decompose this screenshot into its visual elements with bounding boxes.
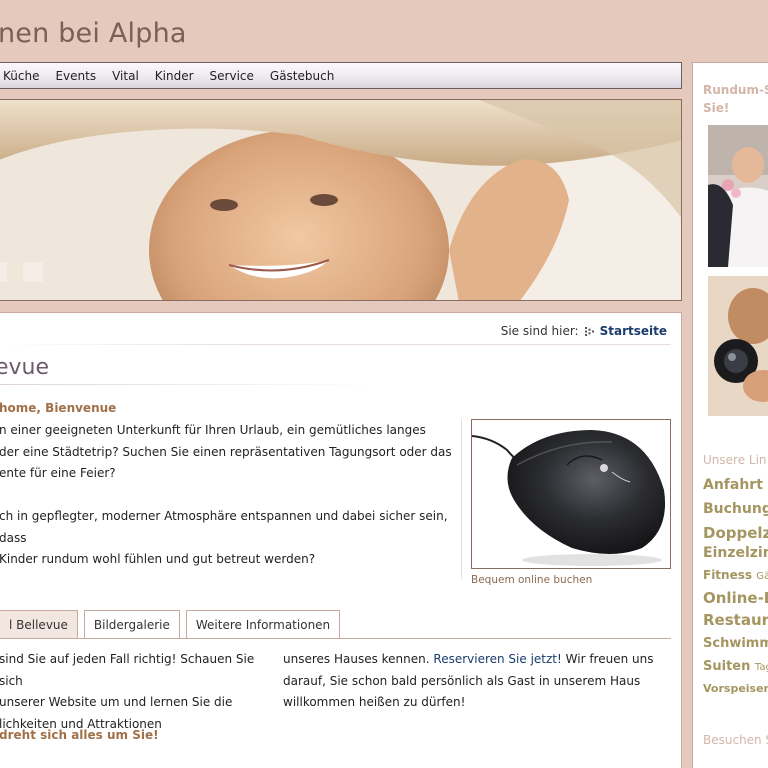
tab-bildergalerie[interactable]: Bildergalerie bbox=[83, 610, 180, 638]
slider-dot[interactable] bbox=[0, 262, 7, 282]
link-text: Schwimmb bbox=[703, 636, 768, 651]
link-text: Doppelzir bbox=[703, 524, 768, 542]
image-caption: Bequem online buchen bbox=[471, 574, 593, 586]
tab-bar: l Bellevue Bildergalerie Weitere Informa… bbox=[0, 610, 341, 638]
content-subhead: home, Bienvenue bbox=[0, 401, 117, 415]
sidebar-link-schwimmbad[interactable]: Schwimmb bbox=[703, 636, 768, 651]
link-text: Online-Bu bbox=[703, 589, 768, 607]
link-text: Restaura bbox=[703, 611, 768, 629]
sidebar-link-vorspeisen[interactable]: Vorspeisen bbox=[703, 682, 768, 695]
link-text: Vorspeisen bbox=[703, 682, 768, 695]
breadcrumb-label: Sie sind hier: bbox=[500, 324, 579, 338]
breadcrumb-home-link[interactable]: Startseite bbox=[600, 324, 667, 338]
text-fragment: Wir freuen uns bbox=[561, 652, 654, 666]
link-text: Fitness bbox=[703, 568, 753, 582]
tagline: dreht sich alles um Sie! bbox=[0, 728, 159, 742]
mouse-photo bbox=[472, 430, 666, 566]
sidebar-links-title: Unsere Lin bbox=[703, 453, 767, 467]
reserve-link[interactable]: Reservieren Sie jetzt! bbox=[433, 652, 561, 666]
link-text-small: Tag bbox=[754, 662, 768, 673]
sidebar-link-doppelzimmer[interactable]: Doppelzir bbox=[703, 524, 768, 542]
tab-weitere-informationen[interactable]: Weitere Informationen bbox=[185, 610, 341, 638]
mouse-image[interactable] bbox=[471, 419, 671, 569]
nav-item-events[interactable]: Events bbox=[55, 69, 96, 83]
sidebar-link-restaurant[interactable]: Restaura bbox=[703, 611, 768, 629]
sidebar-link-suiten[interactable]: Suiten Tag bbox=[703, 659, 768, 674]
nav-item-vital[interactable]: Vital bbox=[112, 69, 139, 83]
wedding-image bbox=[708, 125, 768, 267]
sidebar-bottom-title: Besuchen S bbox=[703, 733, 768, 747]
content-heading: evue bbox=[0, 355, 50, 380]
sidebar: Rundum-Se Sie! Unsere Lin Anfahrt Ba Buc… bbox=[692, 62, 768, 768]
sidebar-link-anfahrt[interactable]: Anfahrt Ba bbox=[703, 477, 768, 493]
slider-dot[interactable] bbox=[23, 262, 43, 282]
hero-banner bbox=[0, 99, 682, 301]
breadcrumb-arrow-icon bbox=[584, 326, 594, 336]
sidebar-link-online-buchung[interactable]: Online-Bu bbox=[703, 589, 768, 607]
text-fragment: unseres Hauses kennen. bbox=[283, 652, 434, 666]
link-text: Einzelzimn bbox=[703, 545, 768, 561]
wedding-photo[interactable] bbox=[708, 125, 768, 267]
nav-item-gaestebuch[interactable]: Gästebuch bbox=[270, 69, 334, 83]
nav-item-kueche[interactable]: Küche bbox=[3, 69, 39, 83]
text-line: Kinder rundum wohl fühlen und gut betreu… bbox=[0, 552, 316, 566]
text-line: sind Sie auf jeden Fall richtig! Schauen… bbox=[0, 652, 255, 688]
sidebar-title: Rundum-Se Sie! bbox=[703, 83, 768, 115]
tab-bellevue[interactable]: l Bellevue bbox=[0, 610, 78, 638]
text-line: darauf, Sie schon bald persönlich als Ga… bbox=[283, 673, 641, 688]
link-text: Suiten bbox=[703, 659, 751, 674]
divider bbox=[0, 344, 671, 345]
sidebar-link-fitness[interactable]: Fitness Gäst bbox=[703, 568, 768, 582]
camera-photo[interactable] bbox=[708, 276, 768, 416]
intro-paragraph: n einer geeigneten Unterkunft für Ihren … bbox=[0, 420, 459, 485]
nav-item-kinder[interactable]: Kinder bbox=[155, 69, 194, 83]
link-text: Anfahrt bbox=[703, 477, 763, 493]
text-line: der eine Städtetrip? Suchen Sie einen re… bbox=[0, 444, 452, 459]
hero-photo bbox=[0, 100, 681, 300]
divider bbox=[0, 384, 379, 385]
tab-text-left: sind Sie auf jeden Fall richtig! Schauen… bbox=[0, 649, 279, 735]
text-line: ch in gepflegter, moderner Atmosphäre en… bbox=[0, 509, 448, 545]
text-line: willkommen heißen zu dürfen! bbox=[283, 695, 466, 709]
main-nav: Küche Events Vital Kinder Service Gästeb… bbox=[0, 62, 682, 89]
divider bbox=[0, 638, 671, 639]
text-line: ente für eine Feier? bbox=[0, 466, 116, 480]
main-content: Sie sind hier: Startseite evue home, Bie… bbox=[0, 312, 682, 768]
sidebar-link-einzelzimmer[interactable]: Einzelzimn bbox=[703, 545, 768, 561]
camera-image bbox=[708, 276, 768, 416]
link-text-small: Gäst bbox=[756, 571, 768, 582]
text-line: unseres Hauses kennen. Reservieren Sie j… bbox=[283, 649, 673, 671]
intro-paragraph-2: ch in gepflegter, moderner Atmosphäre en… bbox=[0, 506, 459, 571]
sidebar-link-buchung[interactable]: Buchung O bbox=[703, 501, 768, 517]
page-title: nen bei Alpha bbox=[0, 18, 187, 49]
text-line: n einer geeigneten Unterkunft für Ihren … bbox=[0, 423, 426, 437]
text-line: unserer Website um und lernen Sie die bbox=[0, 695, 233, 709]
breadcrumb: Sie sind hier: Startseite bbox=[501, 324, 667, 338]
divider bbox=[461, 419, 462, 579]
tab-text-right: unseres Hauses kennen. Reservieren Sie j… bbox=[283, 649, 673, 714]
link-text: Buchung O bbox=[703, 501, 768, 517]
nav-item-service[interactable]: Service bbox=[210, 69, 254, 83]
